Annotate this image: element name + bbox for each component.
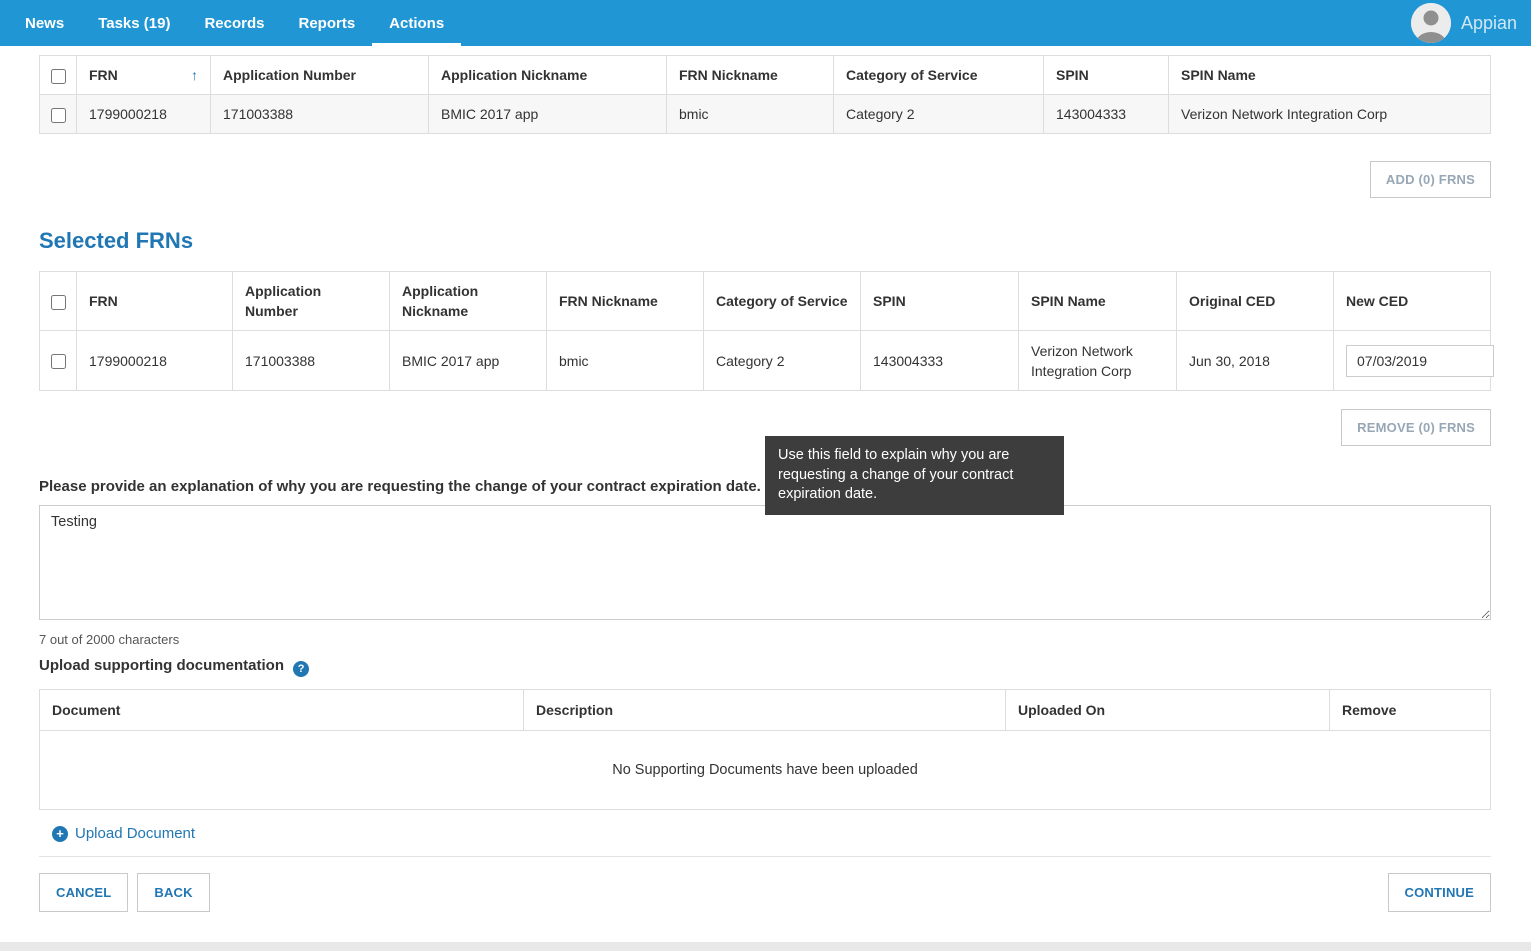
selected-header-row: FRN Application Number Application Nickn… bbox=[40, 272, 1491, 331]
nav-item-tasks[interactable]: Tasks (19) bbox=[81, 0, 187, 46]
footer-button-row: CANCEL BACK CONTINUE bbox=[39, 873, 1491, 912]
cell-spin-name: Verizon Network Integration Corp bbox=[1169, 95, 1491, 134]
column-header-spin-name[interactable]: SPIN Name bbox=[1169, 56, 1491, 95]
cell-frn: 1799000218 bbox=[77, 331, 233, 391]
sort-ascending-icon[interactable]: ↑ bbox=[191, 65, 198, 85]
nav-spacer bbox=[461, 0, 1411, 46]
user-avatar-icon bbox=[1411, 3, 1451, 43]
cell-category-of-service: Category 2 bbox=[834, 95, 1044, 134]
plus-icon: + bbox=[52, 826, 68, 842]
column-header-frn-label: FRN bbox=[89, 67, 118, 83]
cell-spin-name: Verizon Network Integration Corp bbox=[1019, 331, 1177, 391]
row-select-checkbox[interactable] bbox=[51, 108, 66, 123]
column-header-application-nickname[interactable]: Application Nickname bbox=[390, 272, 547, 331]
continue-button[interactable]: CONTINUE bbox=[1388, 873, 1492, 912]
column-header-frn-nickname[interactable]: FRN Nickname bbox=[667, 56, 834, 95]
column-header-category-of-service[interactable]: Category of Service bbox=[834, 56, 1044, 95]
selected-frns-heading: Selected FRNs bbox=[39, 228, 1491, 254]
cell-spin: 143004333 bbox=[861, 331, 1019, 391]
no-documents-message: No Supporting Documents have been upload… bbox=[40, 731, 1491, 810]
main-content: FRN ↑ Application Number Application Nic… bbox=[0, 46, 1531, 942]
cell-frn: 1799000218 bbox=[77, 95, 211, 134]
available-header-row: FRN ↑ Application Number Application Nic… bbox=[40, 56, 1491, 95]
add-frns-button[interactable]: ADD (0) FRNS bbox=[1370, 161, 1491, 198]
tooltip: Use this field to explain why you are re… bbox=[765, 436, 1064, 515]
nav-item-actions[interactable]: Actions bbox=[372, 0, 461, 46]
cell-application-number: 171003388 bbox=[233, 331, 390, 391]
column-header-application-nickname[interactable]: Application Nickname bbox=[429, 56, 667, 95]
column-header-spin-name[interactable]: SPIN Name bbox=[1019, 272, 1177, 331]
column-header-new-ced[interactable]: New CED bbox=[1334, 272, 1491, 331]
back-button[interactable]: BACK bbox=[137, 873, 209, 912]
documents-empty-row: No Supporting Documents have been upload… bbox=[40, 731, 1491, 810]
top-navigation: News Tasks (19) Records Reports Actions … bbox=[0, 0, 1531, 46]
row-select-checkbox[interactable] bbox=[51, 354, 66, 369]
upload-documentation-label: Upload supporting documentation bbox=[39, 657, 284, 674]
explanation-label: Please provide an explanation of why you… bbox=[39, 478, 761, 495]
upload-document-row: + Upload Document bbox=[39, 810, 1491, 857]
explanation-textarea[interactable]: Testing bbox=[39, 505, 1491, 620]
select-all-selected-checkbox[interactable] bbox=[51, 295, 66, 310]
help-icon[interactable]: ? bbox=[293, 661, 309, 677]
nav-item-reports[interactable]: Reports bbox=[281, 0, 372, 46]
user-name-label: Appian bbox=[1461, 13, 1517, 34]
cell-frn-nickname: bmic bbox=[547, 331, 704, 391]
nav-item-news[interactable]: News bbox=[8, 0, 81, 46]
selected-table-row: 1799000218 171003388 BMIC 2017 app bmic … bbox=[40, 331, 1491, 391]
cell-original-ced: Jun 30, 2018 bbox=[1177, 331, 1334, 391]
cell-spin: 143004333 bbox=[1044, 95, 1169, 134]
selected-frns-table: FRN Application Number Application Nickn… bbox=[39, 271, 1491, 391]
column-header-frn[interactable]: FRN ↑ bbox=[77, 56, 211, 95]
column-header-description: Description bbox=[524, 690, 1006, 731]
upload-document-link[interactable]: Upload Document bbox=[75, 825, 195, 842]
column-header-application-number[interactable]: Application Number bbox=[233, 272, 390, 331]
remove-frns-button[interactable]: REMOVE (0) FRNS bbox=[1341, 409, 1491, 446]
column-header-document: Document bbox=[40, 690, 524, 731]
column-header-application-number[interactable]: Application Number bbox=[211, 56, 429, 95]
cell-category-of-service: Category 2 bbox=[704, 331, 861, 391]
page: News Tasks (19) Records Reports Actions … bbox=[0, 0, 1531, 951]
select-all-available-checkbox[interactable] bbox=[51, 69, 66, 84]
cell-application-number: 171003388 bbox=[211, 95, 429, 134]
column-header-frn[interactable]: FRN bbox=[77, 272, 233, 331]
cell-new-ced bbox=[1334, 331, 1491, 391]
new-ced-input[interactable] bbox=[1346, 345, 1494, 377]
column-header-spin[interactable]: SPIN bbox=[861, 272, 1019, 331]
cell-application-nickname: BMIC 2017 app bbox=[429, 95, 667, 134]
column-header-frn-nickname[interactable]: FRN Nickname bbox=[547, 272, 704, 331]
column-header-uploaded-on: Uploaded On bbox=[1006, 690, 1330, 731]
upload-label-row: Upload supporting documentation ? bbox=[39, 657, 1491, 677]
column-header-category-of-service[interactable]: Category of Service bbox=[704, 272, 861, 331]
character-count: 7 out of 2000 characters bbox=[39, 632, 1491, 647]
cell-frn-nickname: bmic bbox=[667, 95, 834, 134]
column-header-remove: Remove bbox=[1330, 690, 1491, 731]
cancel-button[interactable]: CANCEL bbox=[39, 873, 128, 912]
documents-header-row: Document Description Uploaded On Remove bbox=[40, 690, 1491, 731]
user-menu[interactable]: Appian bbox=[1411, 0, 1517, 46]
cell-application-nickname: BMIC 2017 app bbox=[390, 331, 547, 391]
available-frns-table: FRN ↑ Application Number Application Nic… bbox=[39, 55, 1491, 134]
column-header-original-ced[interactable]: Original CED bbox=[1177, 272, 1334, 331]
available-table-row: 1799000218 171003388 BMIC 2017 app bmic … bbox=[40, 95, 1491, 134]
documents-table: Document Description Uploaded On Remove … bbox=[39, 689, 1491, 810]
column-header-spin[interactable]: SPIN bbox=[1044, 56, 1169, 95]
nav-item-records[interactable]: Records bbox=[187, 0, 281, 46]
